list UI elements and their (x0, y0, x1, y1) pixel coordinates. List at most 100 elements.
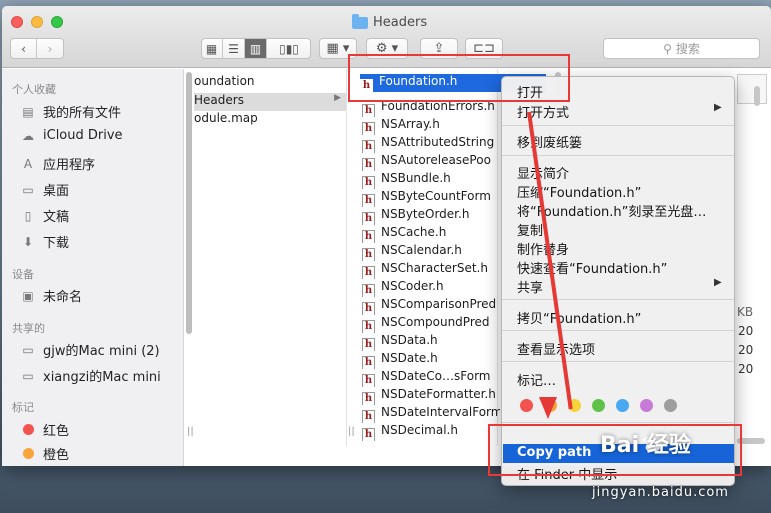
document-icon: ▯ (24, 208, 32, 223)
list-item[interactable]: h NSCache.h (362, 225, 500, 243)
list-item[interactable]: h NSDecimal.h (362, 423, 500, 441)
red-tag-icon (22, 424, 34, 435)
search-field[interactable]: ⚲ 搜索 (603, 38, 760, 59)
list-item[interactable]: Headers ▶ (194, 93, 346, 111)
sidebar-scrollbar[interactable] (186, 72, 192, 334)
tag-color-dot[interactable] (640, 399, 653, 412)
view-switcher: ▦ ☰ ▥ ▯▮▯ (201, 38, 311, 59)
menu-item-compress[interactable]: 压缩“Foundation.h” (517, 182, 641, 201)
back-button[interactable]: ‹ (11, 39, 37, 58)
header-file-icon: h (362, 374, 375, 387)
menu-item-tags[interactable]: 标记… (517, 370, 556, 389)
list-item[interactable]: h NSAttributedString (362, 135, 500, 153)
size-header: KB (737, 305, 754, 319)
watermark-brand: Bai 经验 (600, 433, 691, 458)
highlight-box-file (348, 54, 570, 102)
list-item[interactable]: h NSDateFormatter.h (362, 387, 500, 405)
list-item[interactable]: h NSDateIntervalForm (362, 405, 500, 423)
sidebar-item-icloud[interactable]: ☁ iCloud Drive (20, 128, 123, 143)
header-file-icon: h (362, 104, 375, 117)
menu-item-quicklook[interactable]: 快速查看“Foundation.h” (517, 258, 667, 277)
sidebar-item-shared-2[interactable]: ▭ xiangzi的Mac mini (20, 366, 160, 386)
coverflow-view-icon[interactable]: ▯▮▯ (267, 39, 311, 58)
menu-separator (502, 361, 734, 362)
computer-icon: ▭ (22, 342, 34, 357)
menu-item-get-info[interactable]: 显示简介 (517, 163, 569, 182)
header-file-icon: h (362, 122, 375, 135)
header-file-icon: h (362, 248, 375, 261)
preview-thumbnail (737, 74, 767, 104)
tag-color-dot[interactable] (592, 399, 605, 412)
list-item[interactable]: h NSDateCo…sForm (362, 369, 500, 387)
menu-item-alias[interactable]: 制作替身 (517, 239, 569, 258)
header-file-icon: h (362, 428, 375, 441)
menu-item-open-with[interactable]: 打开方式 ▶ (517, 102, 722, 121)
menu-item-view-options[interactable]: 查看显示选项 (517, 339, 595, 358)
sidebar-item-downloads[interactable]: ⬇ 下载 (20, 232, 69, 252)
list-item[interactable]: h NSComparisonPred (362, 297, 500, 315)
header-file-icon: h (362, 140, 375, 153)
menu-separator (502, 125, 734, 126)
list-item[interactable]: h NSCompoundPred (362, 315, 500, 333)
close-button[interactable] (11, 16, 23, 28)
sidebar-item-tag-red[interactable]: 红色 (20, 420, 69, 439)
menu-separator (502, 422, 734, 423)
list-item[interactable]: h NSAutoreleasePoo (362, 153, 500, 171)
column-view-icon[interactable]: ▥ (245, 39, 267, 58)
column-3-scrollbar[interactable] (754, 86, 760, 106)
menu-separator (502, 330, 734, 331)
sidebar-header-tags: 标记 (12, 401, 34, 414)
sidebar-item-tag-orange[interactable]: 橙色 (20, 444, 69, 463)
header-file-icon: h (362, 302, 375, 315)
computer-icon: ▭ (22, 368, 34, 383)
applications-icon: A (23, 156, 33, 171)
grid-icon: ▦ ▾ (326, 41, 350, 56)
resize-handle[interactable]: || (187, 426, 194, 437)
list-item[interactable]: h NSDate.h (362, 351, 500, 369)
sidebar-item-shared-1[interactable]: ▭ gjw的Mac mini (2) (20, 340, 159, 360)
nav-buttons: ‹ › (10, 38, 64, 59)
header-file-icon: h (362, 338, 375, 351)
list-item[interactable]: h NSCoder.h (362, 279, 500, 297)
header-file-icon: h (362, 266, 375, 279)
list-item[interactable]: h NSCharacterSet.h (362, 261, 500, 279)
submenu-arrow-icon: ▶ (714, 277, 722, 288)
forward-button[interactable]: › (37, 39, 63, 58)
list-item[interactable]: oundation (194, 74, 346, 92)
list-item[interactable]: odule.map (194, 111, 346, 129)
resize-handle[interactable]: || (348, 426, 355, 437)
tag-color-dot[interactable] (616, 399, 629, 412)
list-item[interactable]: h NSArray.h (362, 117, 500, 135)
sidebar-item-desktop[interactable]: ▭ 桌面 (20, 180, 69, 200)
icon-view-icon[interactable]: ▦ (201, 39, 223, 58)
sidebar-header-favorites: 个人收藏 (12, 83, 56, 96)
list-item[interactable]: h NSByteOrder.h (362, 207, 500, 225)
header-file-icon: h (362, 284, 375, 297)
cloud-icon: ☁ (22, 128, 34, 143)
list-item[interactable]: h NSByteCountForm (362, 189, 500, 207)
list-view-icon[interactable]: ☰ (223, 39, 245, 58)
download-icon: ⬇ (22, 234, 34, 249)
submenu-arrow-icon: ▶ (714, 102, 722, 113)
menu-item-copy[interactable]: 复制 (517, 220, 543, 239)
tag-color-dot[interactable] (520, 399, 533, 412)
zoom-button[interactable] (51, 16, 63, 28)
date-fragment: 20 (738, 324, 754, 338)
tag-color-dot[interactable] (664, 399, 677, 412)
menu-item-trash[interactable]: 移到废纸篓 (517, 132, 582, 151)
list-item[interactable]: h NSCalendar.h (362, 243, 500, 261)
menu-item-copy-file[interactable]: 拷贝“Foundation.h” (517, 308, 641, 327)
sidebar-item-device[interactable]: ▣ 未命名 (20, 286, 82, 306)
folder-icon (352, 13, 368, 29)
list-item[interactable]: h NSBundle.h (362, 171, 500, 189)
all-files-icon: ▤ (22, 104, 34, 119)
minimize-button[interactable] (31, 16, 43, 28)
sidebar-item-documents[interactable]: ▯ 文稿 (20, 206, 69, 226)
list-item[interactable]: h NSData.h (362, 333, 500, 351)
header-file-icon: h (362, 356, 375, 369)
menu-separator (502, 299, 734, 300)
menu-item-share[interactable]: 共享 ▶ (517, 277, 722, 296)
sidebar-item-applications[interactable]: A 应用程序 (20, 154, 95, 174)
sidebar-item-all-files[interactable]: ▤ 我的所有文件 (20, 102, 121, 122)
annotation-arrow-head (539, 397, 557, 419)
